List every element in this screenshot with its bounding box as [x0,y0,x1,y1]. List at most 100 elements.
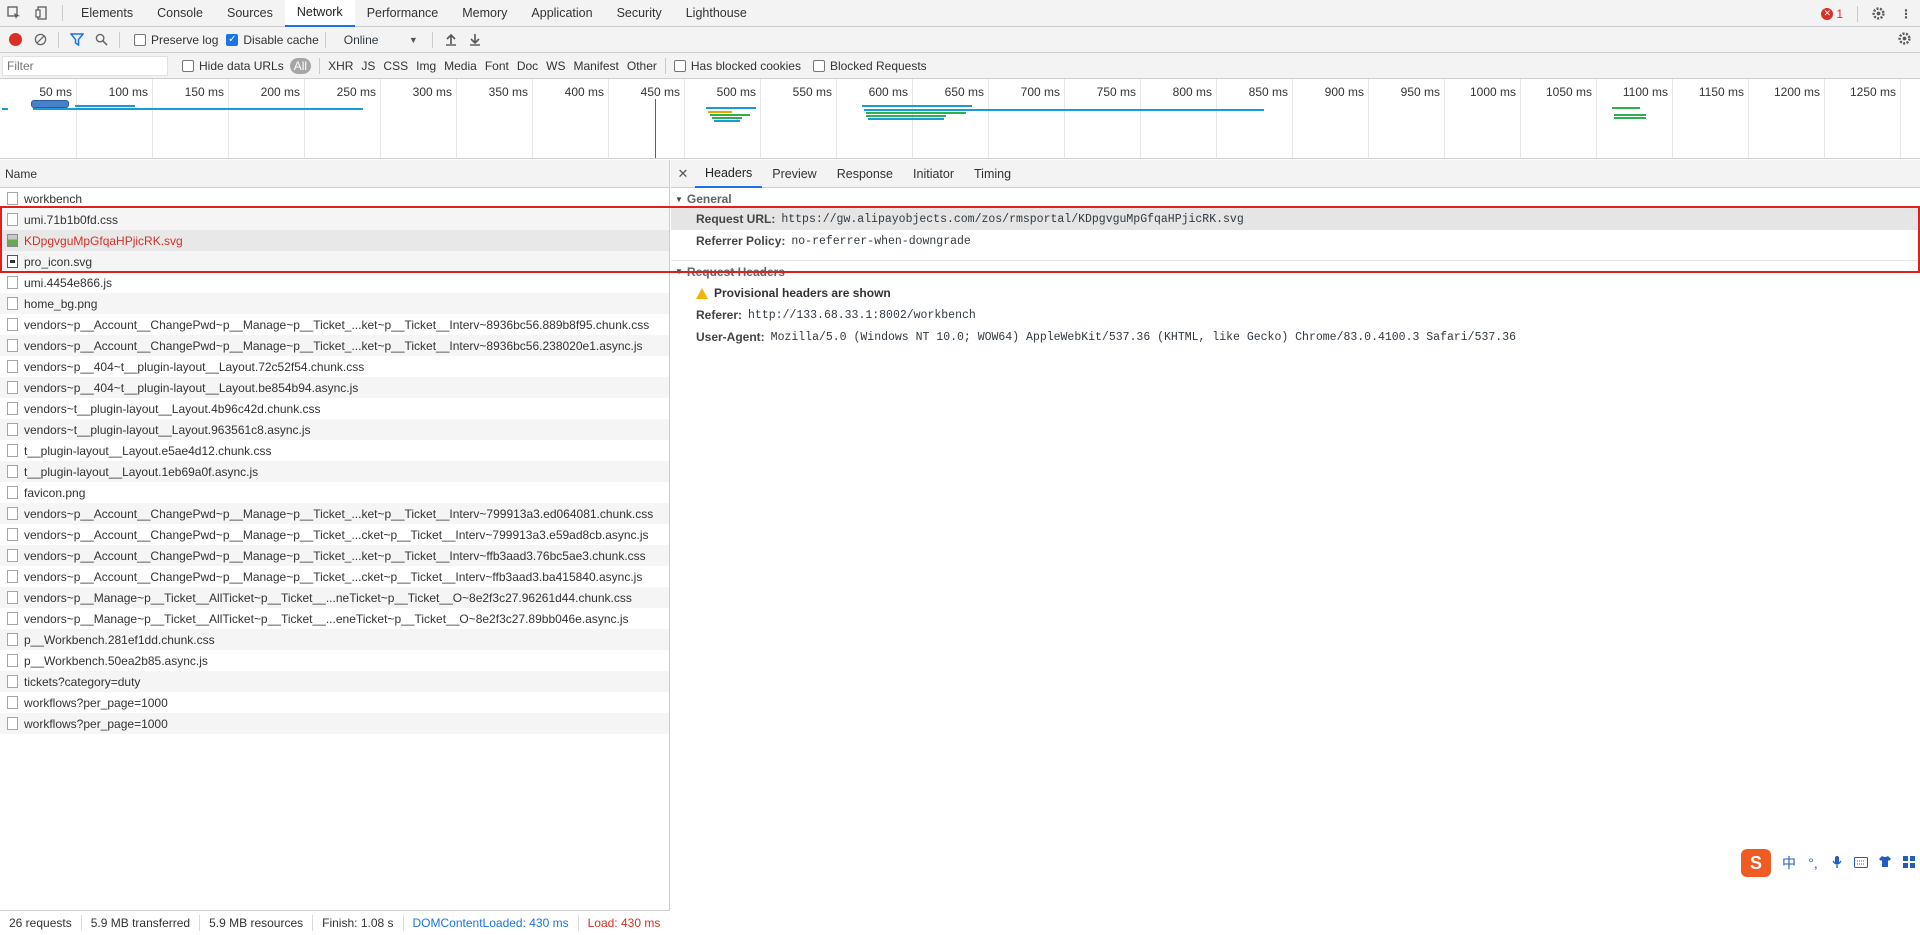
timeline-tick-label: 1000 ms [1469,85,1516,99]
filter-type-xhr[interactable]: XHR [328,59,353,73]
request-row[interactable]: t__plugin-layout__Layout.1eb69a0f.async.… [0,461,669,482]
request-row[interactable]: t__plugin-layout__Layout.e5ae4d12.chunk.… [0,440,669,461]
filter-type-media[interactable]: Media [444,59,477,73]
request-row[interactable]: p__Workbench.281ef1dd.chunk.css [0,629,669,650]
close-detail-icon[interactable]: ✕ [671,166,695,182]
keyboard-icon[interactable] [1849,855,1873,871]
tab-lighthouse[interactable]: Lighthouse [674,0,759,27]
filter-type-js[interactable]: JS [361,59,375,73]
search-icon[interactable] [89,28,113,52]
error-count-badge[interactable]: ✕ 1 [1821,7,1843,21]
name-column-header[interactable]: Name [0,160,669,188]
export-har-icon[interactable] [463,28,487,52]
request-row[interactable]: vendors~p__Account__ChangePwd~p__Manage~… [0,503,669,524]
filter-input[interactable] [2,55,168,76]
import-har-icon[interactable] [439,28,463,52]
request-row[interactable]: vendors~t__plugin-layout__Layout.4b96c42… [0,398,669,419]
detail-tab-headers[interactable]: Headers [695,160,763,188]
disable-cache-checkbox[interactable]: ✓ Disable cache [226,33,319,47]
request-row[interactable]: vendors~t__plugin-layout__Layout.963561c… [0,419,669,440]
request-row[interactable]: favicon.png [0,482,669,503]
file-icon [7,654,18,667]
file-icon [7,507,18,520]
request-name: favicon.png [24,485,86,500]
filter-type-all[interactable]: All [289,57,312,74]
sogou-logo-icon[interactable]: S [1741,849,1771,877]
filter-type-css[interactable]: CSS [383,59,408,73]
tab-console[interactable]: Console [145,0,215,27]
hide-data-urls-checkbox[interactable]: Hide data URLs [182,59,284,73]
timeline-gridline [304,79,305,158]
filter-icon[interactable] [65,28,89,52]
request-row[interactable]: vendors~p__404~t__plugin-layout__Layout.… [0,356,669,377]
detail-tab-response[interactable]: Response [827,160,903,188]
request-row[interactable]: pro_icon.svg [0,251,669,272]
request-row[interactable]: vendors~p__404~t__plugin-layout__Layout.… [0,377,669,398]
request-row[interactable]: vendors~p__Account__ChangePwd~p__Manage~… [0,566,669,587]
filter-type-ws[interactable]: WS [546,59,565,73]
filter-type-other[interactable]: Other [627,59,657,73]
tab-sources[interactable]: Sources [215,0,285,27]
detail-tab-preview[interactable]: Preview [762,160,826,188]
request-row[interactable]: vendors~p__Account__ChangePwd~p__Manage~… [0,314,669,335]
request-row[interactable]: vendors~p__Account__ChangePwd~p__Manage~… [0,524,669,545]
file-icon [7,465,18,478]
network-overview-timeline[interactable]: 50 ms 100 ms 150 ms 200 ms 250 ms 300 ms 350 m… [0,79,1920,159]
toolbar-divider [1857,5,1858,22]
request-name: vendors~p__Account__ChangePwd~p__Manage~… [24,506,654,521]
request-headers-section-header[interactable]: ▼ Request Headers [671,260,1920,282]
more-options-icon[interactable]: ⋮ [1892,1,1920,27]
checkbox-box[interactable] [812,59,825,72]
request-row[interactable]: vendors~p__Manage~p__Ticket__AllTicket~p… [0,587,669,608]
mic-icon[interactable] [1825,855,1849,872]
blocked-requests-checkbox[interactable]: Blocked Requests [812,59,927,73]
network-settings-gear-icon[interactable] [1897,31,1912,49]
tab-elements[interactable]: Elements [69,0,145,27]
tab-memory[interactable]: Memory [450,0,519,27]
request-row[interactable]: vendors~p__Account__ChangePwd~p__Manage~… [0,545,669,566]
clear-icon[interactable] [28,28,52,52]
request-list-pane: Name workbench umi.71b1b0fd.css KDpgvguMpG… [0,160,670,935]
request-row[interactable]: workflows?per_page=1000 [0,713,669,734]
checkbox-box-checked[interactable]: ✓ [226,33,239,46]
filter-type-manifest[interactable]: Manifest [574,59,619,73]
request-row[interactable]: tickets?category=duty [0,671,669,692]
settings-gear-icon[interactable] [1864,1,1892,27]
detail-tab-initiator[interactable]: Initiator [903,160,964,188]
timeline-bar [33,108,363,110]
general-section-header[interactable]: ▼ General [671,190,1920,208]
request-row[interactable]: KDpgvguMpGfqaHPjicRK.svg [0,230,669,251]
checkbox-box[interactable] [182,59,194,72]
filter-type-img[interactable]: Img [416,59,436,73]
request-row[interactable]: vendors~p__Account__ChangePwd~p__Manage~… [0,335,669,356]
filter-type-font[interactable]: Font [485,59,509,73]
ime-toolbar[interactable]: S 中 °, [1741,849,1920,877]
checkbox-box[interactable] [134,33,146,46]
filter-type-doc[interactable]: Doc [517,59,538,73]
referer-label: Referer: [696,308,743,322]
tab-security[interactable]: Security [605,0,674,27]
request-row[interactable]: umi.4454e866.js [0,272,669,293]
request-row[interactable]: p__Workbench.50ea2b85.async.js [0,650,669,671]
tab-application[interactable]: Application [519,0,604,27]
grid-icon[interactable] [1897,855,1920,871]
inspect-element-icon[interactable] [0,0,28,26]
ime-chinese-mode[interactable]: 中 [1777,853,1801,873]
device-toolbar-icon[interactable] [28,0,56,26]
record-button[interactable] [9,33,22,46]
request-row[interactable]: home_bg.png [0,293,669,314]
detail-tab-timing[interactable]: Timing [964,160,1021,188]
has-blocked-cookies-checkbox[interactable]: Has blocked cookies [673,59,801,73]
ime-punctuation[interactable]: °, [1801,855,1825,871]
tab-performance[interactable]: Performance [355,0,451,27]
preserve-log-checkbox[interactable]: Preserve log [134,33,218,47]
request-row[interactable]: workbench [0,188,669,209]
request-row[interactable]: vendors~p__Manage~p__Ticket__AllTicket~p… [0,608,669,629]
throttle-select[interactable]: Online ▼ [344,33,418,47]
shirt-icon[interactable] [1873,855,1897,871]
timeline-selection-handle[interactable] [31,100,69,108]
request-row[interactable]: umi.71b1b0fd.css [0,209,669,230]
tab-network[interactable]: Network [284,0,355,27]
checkbox-box[interactable] [673,59,686,72]
request-row[interactable]: workflows?per_page=1000 [0,692,669,713]
